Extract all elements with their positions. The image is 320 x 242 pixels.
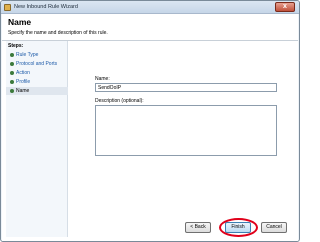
step-name[interactable]: Name [6, 87, 68, 95]
page-subtitle: Specify the name and description of this… [8, 30, 108, 36]
back-button[interactable]: < Back [185, 222, 211, 233]
wizard-body: Steps: Rule Type Protocol and Ports Acti… [2, 41, 298, 241]
firewall-app-icon [4, 4, 11, 11]
name-input[interactable] [95, 83, 277, 92]
step-action[interactable]: Action [6, 69, 68, 77]
steps-panel: Steps: Rule Type Protocol and Ports Acti… [6, 41, 68, 237]
step-protocol-and-ports[interactable]: Protocol and Ports [6, 60, 68, 68]
step-label: Rule Type [16, 52, 39, 58]
name-step-content: Name: Description (optional): < Back Fin… [72, 41, 296, 237]
step-done-dot-icon [10, 53, 14, 57]
window-title: New Inbound Rule Wizard [14, 4, 78, 10]
description-input[interactable] [95, 105, 277, 156]
cancel-button[interactable]: Cancel [261, 222, 287, 233]
step-rule-type[interactable]: Rule Type [6, 51, 68, 59]
title-bar: New Inbound Rule Wizard x [1, 1, 299, 14]
step-profile[interactable]: Profile [6, 78, 68, 86]
wizard-header: Name Specify the name and description of… [2, 14, 298, 41]
step-label: Protocol and Ports [16, 61, 58, 67]
step-current-dot-icon [10, 89, 14, 93]
steps-heading: Steps: [8, 43, 24, 49]
name-field-label: Name: [95, 76, 110, 82]
step-label: Profile [16, 79, 31, 85]
close-button[interactable]: x [275, 2, 295, 12]
description-field-label: Description (optional): [95, 98, 144, 104]
step-label: Name [16, 88, 30, 94]
finish-button[interactable]: Finish [225, 222, 251, 233]
step-done-dot-icon [10, 71, 14, 75]
wizard-window: New Inbound Rule Wizard x Name Specify t… [0, 0, 300, 242]
step-done-dot-icon [10, 80, 14, 84]
page-title: Name [8, 17, 32, 27]
step-label: Action [16, 70, 30, 76]
step-done-dot-icon [10, 62, 14, 66]
